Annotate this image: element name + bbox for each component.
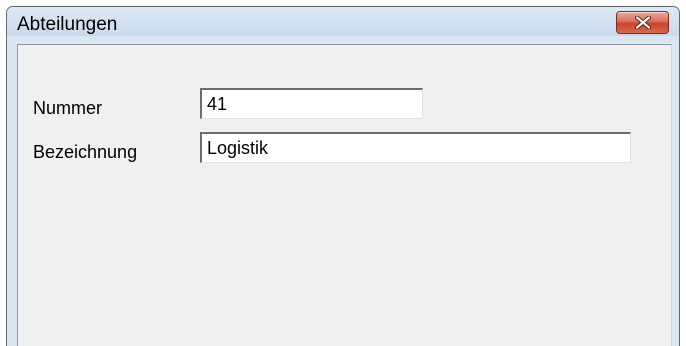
close-button[interactable] xyxy=(616,11,669,34)
title-bar[interactable]: Abteilungen xyxy=(7,7,679,36)
dialog-window: Abteilungen Nummer Bezeichnung xyxy=(6,6,680,346)
window-title: Abteilungen xyxy=(17,14,118,35)
nummer-label: Nummer xyxy=(33,98,103,118)
bezeichnung-label: Bezeichnung xyxy=(33,142,138,162)
close-x-icon xyxy=(635,16,651,29)
form-panel: Nummer Bezeichnung xyxy=(17,44,672,346)
bezeichnung-field[interactable] xyxy=(200,132,631,163)
nummer-field[interactable] xyxy=(200,88,423,119)
